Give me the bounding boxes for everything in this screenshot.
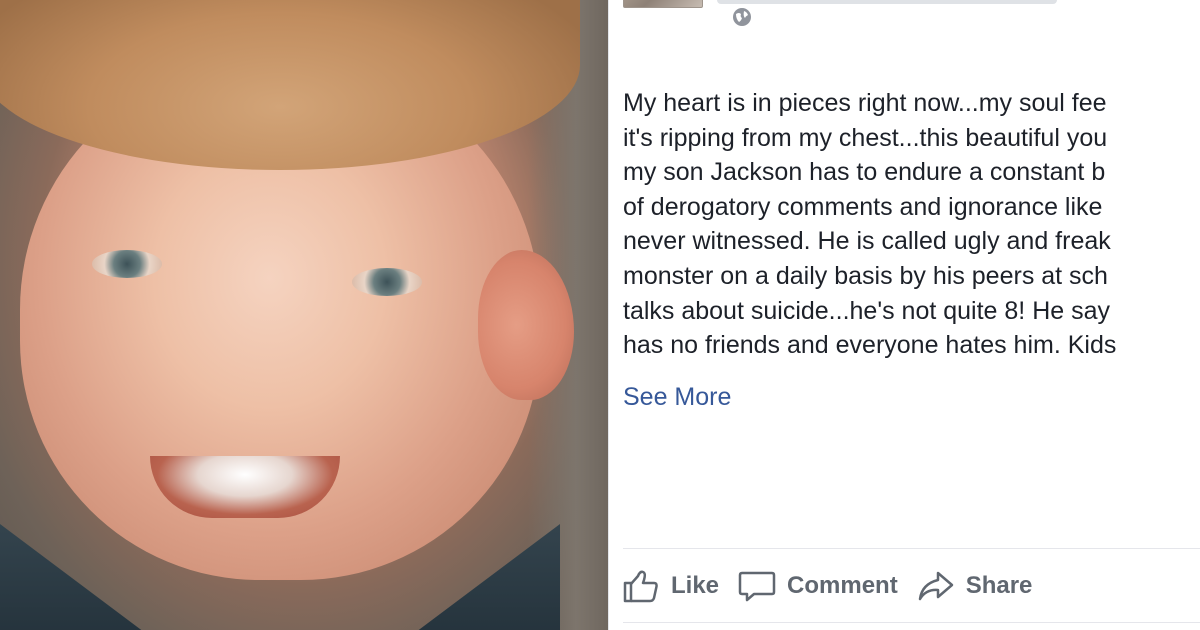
post-text-line: of derogatory comments and ignorance lik… [623,192,1103,221]
photo-eye-left [92,250,162,278]
photo-hair [0,0,580,170]
post-text: My heart is in pieces right now...my sou… [623,86,1200,363]
divider [623,622,1200,623]
post-text-line: my son Jackson has to endure a constant … [623,158,1106,187]
post-text-line: never witnessed. He is called ugly and f… [623,227,1111,256]
thumbs-up-icon [623,570,658,603]
globe-icon [733,8,751,26]
avatar[interactable] [623,0,703,8]
post-text-line: it's ripping from my chest...this beauti… [623,123,1108,152]
share-icon [918,571,953,601]
photo-eye-right [352,268,422,296]
share-label: Share [965,572,1033,599]
post-text-line: has no friends and everyone hates him. K… [623,331,1117,360]
divider [623,548,1200,549]
like-label: Like [671,572,720,599]
like-button[interactable]: Like [621,568,719,604]
facebook-post: My heart is in pieces right now...my sou… [608,0,1200,630]
author-name-blurred [717,0,1057,4]
comment-button[interactable]: Comment [737,568,898,604]
post-text-line: talks about suicide...he's not quite 8! … [623,296,1110,325]
post-text-line: My heart is in pieces right now...my sou… [623,89,1107,117]
comment-icon [738,571,776,602]
post-actions: Like Comment Share [621,562,1050,610]
comment-label: Comment [787,572,898,599]
post-photo[interactable] [0,0,608,630]
post-text-line: monster on a daily basis by his peers at… [623,261,1108,290]
see-more-link[interactable]: See More [623,380,731,414]
share-button[interactable]: Share [916,568,1033,604]
